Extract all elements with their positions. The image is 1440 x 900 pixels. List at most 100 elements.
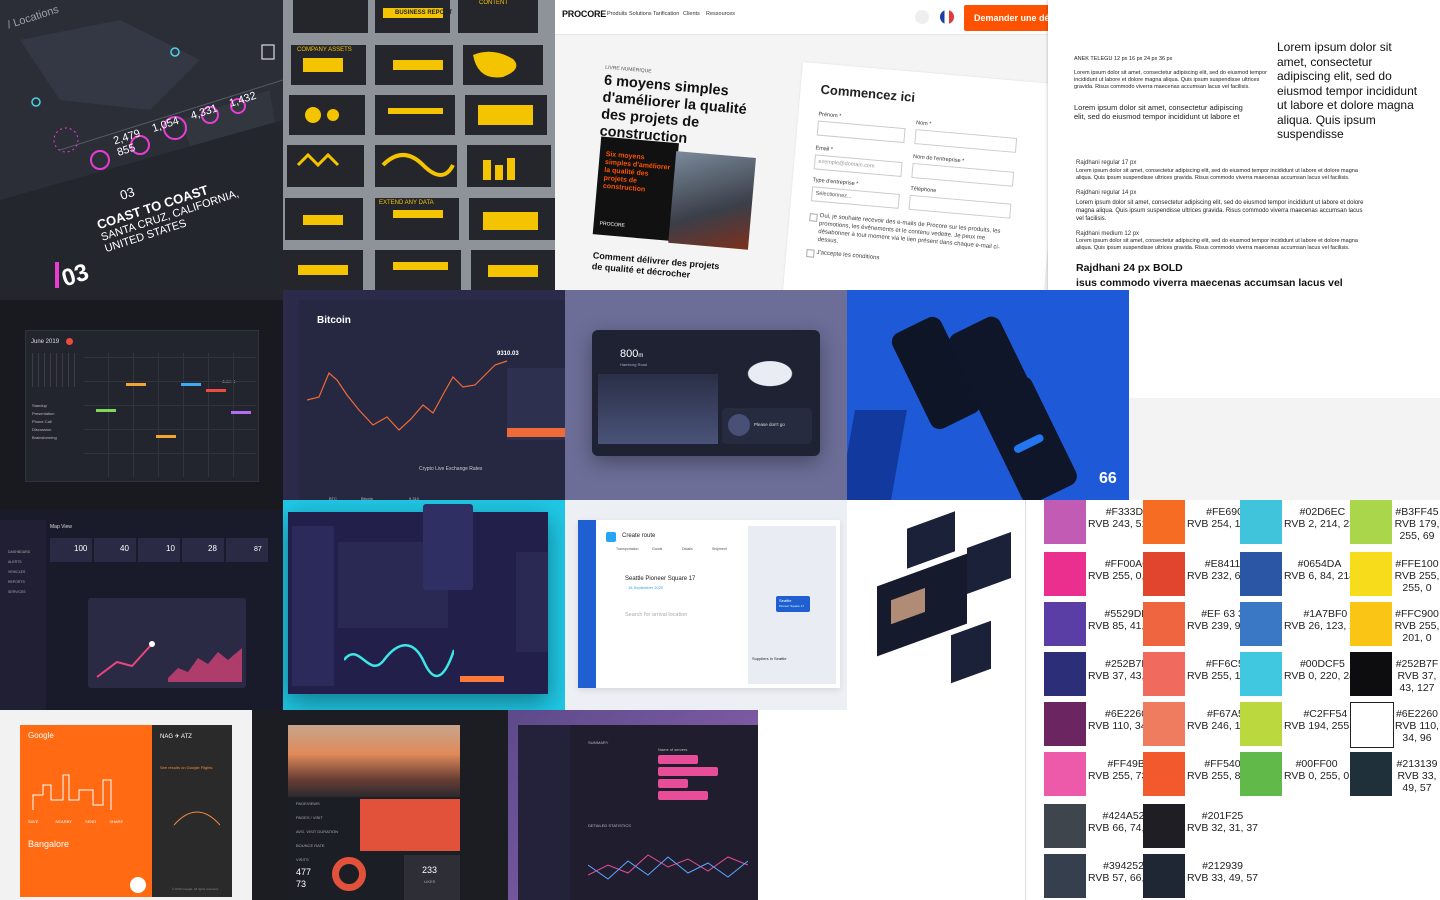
color-swatch xyxy=(1240,702,1282,746)
location-pin[interactable]: Seattle Pioneer Square 17 xyxy=(776,596,810,612)
color-rgb: RVB 110, 34, 96 xyxy=(1395,720,1439,744)
google-card-orange: Google SAVE NEARBY SEND SHARE Bangalore xyxy=(20,725,152,897)
type-select[interactable]: Sélectionnez... xyxy=(810,186,900,209)
phone-button[interactable] xyxy=(1012,432,1045,455)
sidebar-item-vehicles[interactable]: VEHICLES xyxy=(8,570,25,574)
consent-checkbox[interactable] xyxy=(809,213,818,222)
flight-link[interactable]: See results on Google Flights xyxy=(160,765,212,770)
event-chip[interactable] xyxy=(126,383,146,386)
event-chip[interactable] xyxy=(96,409,116,412)
color-swatch xyxy=(1350,602,1392,646)
procore-header: PROCORE Produits Solutions Tarification … xyxy=(555,0,1048,35)
car-image xyxy=(732,352,808,388)
rajdhani-17-label: Rajdhani regular 17 px xyxy=(1076,160,1137,166)
prenom-input[interactable] xyxy=(816,120,906,144)
color-rgb: RVB 6, 84, 218 xyxy=(1284,570,1356,582)
sidebar-item-services[interactable]: SERVICES xyxy=(8,590,26,594)
color-hex: #FFE100 xyxy=(1395,558,1439,570)
flight-arc xyxy=(173,811,221,826)
route-tab[interactable]: Transportation xyxy=(616,547,638,551)
procore-nav-clients[interactable]: Clients xyxy=(683,11,700,17)
color-swatch xyxy=(1240,500,1282,544)
procore-nav-tarification[interactable]: Tarification xyxy=(653,11,679,17)
bitcoin-window: Bitcoin 9310.03 Crypto Live Exchange Rat… xyxy=(299,300,565,510)
music-player[interactable]: Please don't go xyxy=(722,408,812,444)
bar xyxy=(658,779,688,788)
route-sidebar xyxy=(578,520,596,688)
tag-save[interactable]: SAVE xyxy=(28,819,38,824)
slides-grid-graphic xyxy=(283,0,555,294)
map-view-tile: DASHBOARD ALERTS VEHICLES REPORTS SERVIC… xyxy=(0,510,283,710)
email-input[interactable]: exemple@domain.com xyxy=(813,154,903,178)
route-tab[interactable]: Goods xyxy=(652,547,662,551)
color-swatch xyxy=(1044,702,1086,746)
request-demo-button[interactable]: Demander une dé xyxy=(964,5,1048,31)
car-ui-tile: 800m Hamburg Road Please don't go xyxy=(565,290,847,500)
color-swatch xyxy=(1143,652,1185,696)
route-tab[interactable]: Shipment xyxy=(712,547,727,551)
route-tab[interactable]: Details xyxy=(682,547,693,551)
orange-action-button[interactable] xyxy=(460,676,504,682)
color-swatch-label: #00FF00 RVB 0, 255, 0 xyxy=(1284,758,1349,782)
color-hex: #213139 xyxy=(1396,758,1438,770)
event-chip[interactable] xyxy=(206,389,226,392)
event-chip[interactable] xyxy=(156,435,176,438)
lead-form: Commencez ici Prénom * Nom * Email * exe… xyxy=(781,62,1048,300)
stat-label-pages-visit: PAGES / VISIT xyxy=(296,815,323,820)
entreprise-input[interactable] xyxy=(911,162,1015,187)
likes-panel: 233 LIKES xyxy=(404,855,460,900)
exchange-button[interactable] xyxy=(507,428,565,437)
telephone-input[interactable] xyxy=(908,194,1012,219)
procore-nav-ressources[interactable]: Ressources xyxy=(706,11,735,17)
field-type-label: Type d'entreprise * xyxy=(812,177,859,188)
color-swatch-label: #201F25 RVB 32, 31, 37 xyxy=(1187,810,1258,834)
event-chip[interactable] xyxy=(231,411,251,414)
rajdhani-12-label: Rajdhani medium 12 px xyxy=(1076,231,1140,237)
sidebar-item-dashboard[interactable]: DASHBOARD xyxy=(8,550,30,554)
bar xyxy=(658,791,708,800)
nom-input[interactable] xyxy=(914,129,1018,153)
color-rgb: RVB 37, 43, 127 xyxy=(1397,670,1437,694)
color-swatch xyxy=(1240,752,1282,796)
exchange-footer: Crypto Live Exchange Rates xyxy=(419,466,483,472)
arrival-search-placeholder[interactable]: Search for arrival location xyxy=(625,612,687,618)
procore-logo[interactable]: PROCORE xyxy=(562,9,606,19)
likes-value: 233 xyxy=(422,865,438,875)
stat-label-bounce: BOUNCE RATE xyxy=(296,843,325,848)
bar xyxy=(658,755,698,764)
color-rgb: RVB 255, 255, 0 xyxy=(1394,570,1440,594)
bitcoin-title: Bitcoin xyxy=(317,315,351,326)
procore-nav-produits[interactable]: Produits xyxy=(607,11,627,17)
stat-card: 100 xyxy=(50,538,92,562)
isometric-tile xyxy=(847,500,1025,710)
add-event-button[interactable] xyxy=(66,338,73,345)
slide-assets-title: COMPANY ASSETS xyxy=(297,47,352,53)
tag-send[interactable]: SEND xyxy=(85,819,96,824)
terms-checkbox[interactable] xyxy=(806,249,815,258)
color-rgb: RVB 33, 49, 57 xyxy=(1397,770,1437,794)
stat-label-avg-visit: AVG. VISIT DURATION xyxy=(296,829,339,834)
sidebar-item-reports[interactable]: REPORTS xyxy=(8,580,25,584)
google-tags: SAVE NEARBY SEND SHARE xyxy=(28,819,148,827)
event-chip[interactable] xyxy=(181,383,201,386)
sidebar-item-alerts[interactable]: ALERTS xyxy=(8,560,22,564)
tag-share[interactable]: SHARE xyxy=(109,819,123,824)
suppliers-label: Suppliers in Seattle xyxy=(752,656,787,661)
color-hex: #0654DA xyxy=(1297,558,1342,570)
blank-area xyxy=(1129,398,1440,500)
search-icon[interactable] xyxy=(915,10,929,24)
event-label: Presentation xyxy=(32,411,55,416)
slide-report-title: BUSINESS REPORT xyxy=(395,10,453,16)
color-hex: #212939 xyxy=(1202,860,1243,872)
brand-badge: 66 xyxy=(1099,470,1117,487)
google-fab[interactable] xyxy=(130,877,146,893)
pin-label: Seattle xyxy=(779,598,792,603)
stat-value: 100 xyxy=(74,544,88,553)
calendar-tile: June 2019 June 1 Standup Presentation Ph… xyxy=(0,300,283,510)
color-swatch xyxy=(1044,602,1086,646)
wave-chart xyxy=(344,644,454,678)
tag-nearby[interactable]: NEARBY xyxy=(56,819,72,824)
france-flag-icon[interactable] xyxy=(940,10,954,24)
red-stats-panel xyxy=(360,799,460,851)
procore-nav-solutions[interactable]: Solutions xyxy=(629,11,652,17)
